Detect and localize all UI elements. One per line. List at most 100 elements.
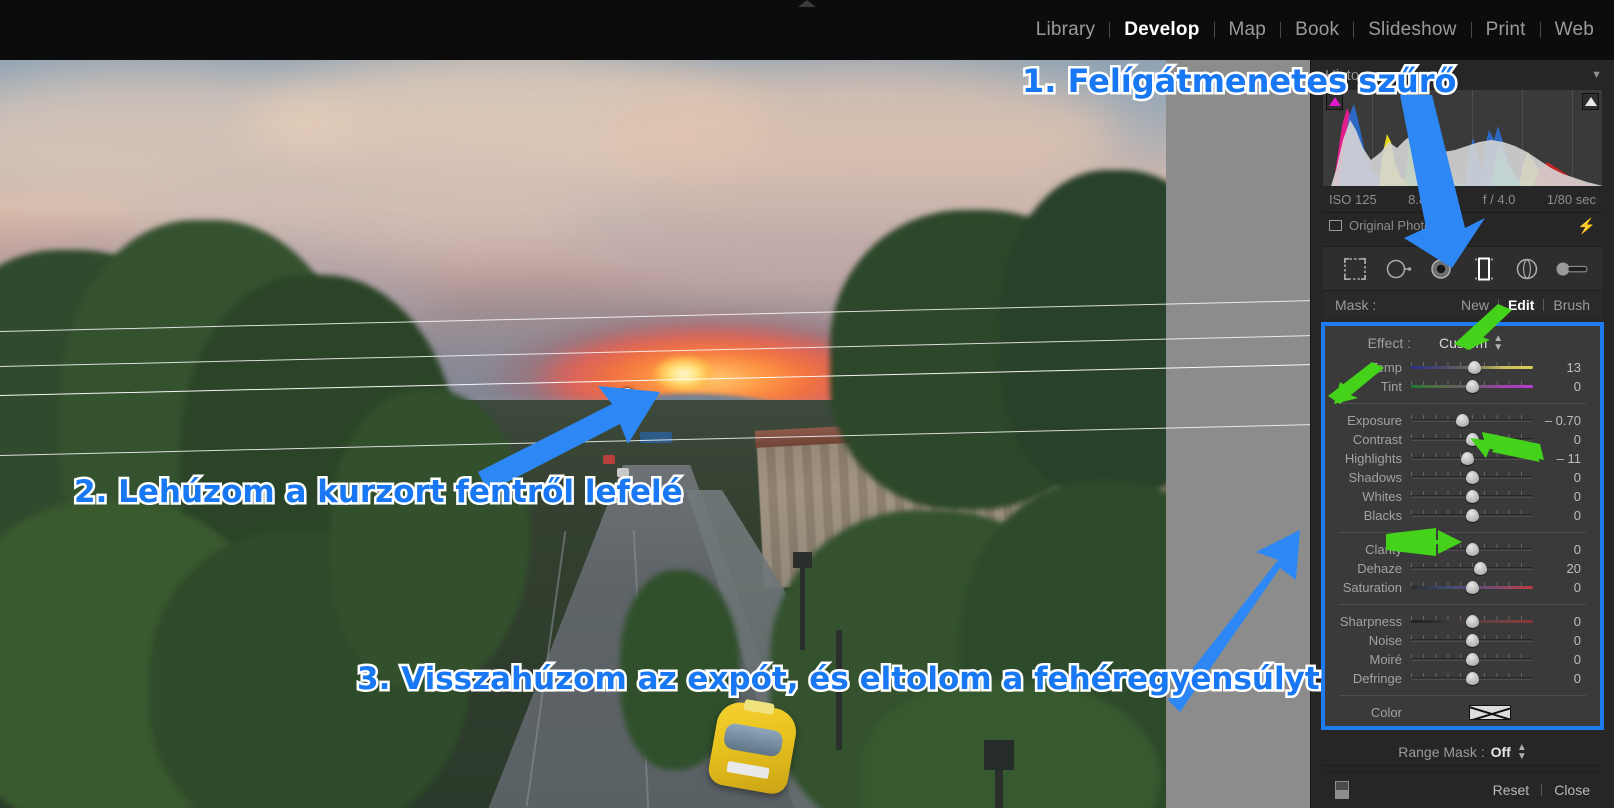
slider-track[interactable] <box>1411 509 1533 522</box>
slider-track[interactable] <box>1411 562 1533 575</box>
slider-value[interactable]: 0 <box>1533 652 1585 667</box>
slider-track[interactable] <box>1411 543 1533 556</box>
module-library[interactable]: Library <box>1022 19 1109 41</box>
slider-row-exposure[interactable]: Exposure – 0.70 <box>1325 411 1600 430</box>
slider-track[interactable] <box>1411 433 1533 446</box>
radial-filter-tool[interactable] <box>1512 254 1542 284</box>
slider-row-shadows[interactable]: Shadows 0 <box>1325 468 1600 487</box>
slider-row-dehaze[interactable]: Dehaze 20 <box>1325 559 1600 578</box>
module-slideshow[interactable]: Slideshow <box>1354 19 1470 41</box>
slider-track[interactable] <box>1411 634 1533 647</box>
slider-knob[interactable] <box>1465 543 1479 556</box>
slider-track[interactable] <box>1411 653 1533 666</box>
module-print[interactable]: Print <box>1472 19 1540 41</box>
slider-knob[interactable] <box>1465 634 1479 647</box>
lamp-head <box>793 552 812 568</box>
slider-value[interactable]: 0 <box>1533 489 1585 504</box>
range-mask-value[interactable]: Off <box>1491 744 1511 760</box>
slider-track[interactable] <box>1411 490 1533 503</box>
slider-row-noise[interactable]: Noise 0 <box>1325 631 1600 650</box>
slider-value[interactable]: – 0.70 <box>1533 413 1585 428</box>
slider-track[interactable] <box>1411 471 1533 484</box>
spot-removal-tool[interactable] <box>1383 254 1413 284</box>
adjustment-brush-tool[interactable] <box>1555 254 1588 284</box>
photo-preview[interactable] <box>0 60 1166 808</box>
slider-knob[interactable] <box>1465 615 1479 628</box>
module-develop[interactable]: Develop <box>1110 19 1213 41</box>
original-photo-row[interactable]: Original Photo ⚡ <box>1323 212 1602 238</box>
slider-knob[interactable] <box>1460 452 1474 465</box>
slider-knob[interactable] <box>1467 361 1481 374</box>
mask-edit-button[interactable]: Edit <box>1508 297 1534 313</box>
slider-label: Highlights <box>1344 451 1402 466</box>
slider-value[interactable]: 0 <box>1533 633 1585 648</box>
slider-knob[interactable] <box>1465 471 1479 484</box>
slider-knob[interactable] <box>1465 433 1479 446</box>
slider-track[interactable] <box>1411 581 1533 594</box>
slider-row-contrast[interactable]: Contrast 0 <box>1325 430 1600 449</box>
mask-new-button[interactable]: New <box>1461 297 1489 313</box>
slider-value[interactable]: 13 <box>1533 360 1585 375</box>
slider-value[interactable]: 20 <box>1533 561 1585 576</box>
module-book[interactable]: Book <box>1281 19 1353 41</box>
reset-button[interactable]: Reset <box>1493 782 1530 798</box>
slider-row-highlights[interactable]: Highlights – 11 <box>1325 449 1600 468</box>
slider-row-tint[interactable]: Tint 0 <box>1325 377 1600 396</box>
slider-row-moir[interactable]: Moiré 0 <box>1325 650 1600 669</box>
color-row[interactable]: Color <box>1325 703 1600 720</box>
slider-track[interactable] <box>1411 615 1533 628</box>
slider-track[interactable] <box>1411 380 1533 393</box>
slider-knob[interactable] <box>1474 562 1488 575</box>
close-button[interactable]: Close <box>1554 782 1590 798</box>
slider-row-defringe[interactable]: Defringe 0 <box>1325 669 1600 688</box>
stepper-icon[interactable]: ▲ ▼ <box>1493 334 1503 353</box>
slider-row-whites[interactable]: Whites 0 <box>1325 487 1600 506</box>
slider-value[interactable]: 0 <box>1533 671 1585 686</box>
slider-row-clarity[interactable]: Clarity 0 <box>1325 540 1600 559</box>
effect-toggle-switch[interactable] <box>1335 780 1349 799</box>
slider-row-sharpness[interactable]: Sharpness 0 <box>1325 612 1600 631</box>
graduated-filter-tool[interactable] <box>1469 254 1499 284</box>
slider-track[interactable] <box>1411 361 1533 374</box>
effect-row[interactable]: Effect : Custom ▲ ▼ <box>1325 334 1600 358</box>
highlight-clipping-indicator[interactable] <box>1582 93 1599 110</box>
slider-track[interactable] <box>1411 672 1533 685</box>
panel-collapse-handle-icon[interactable] <box>798 0 816 7</box>
module-web[interactable]: Web <box>1541 19 1608 41</box>
slider-value[interactable]: 0 <box>1533 470 1585 485</box>
slider-row-blacks[interactable]: Blacks 0 <box>1325 506 1600 525</box>
slider-knob[interactable] <box>1455 414 1469 427</box>
histogram-header[interactable]: Histogram ▼ <box>1311 60 1614 90</box>
slider-knob[interactable] <box>1465 653 1479 666</box>
chevron-down-icon[interactable]: ▼ <box>1591 69 1602 81</box>
slider-track[interactable] <box>1411 452 1533 465</box>
slider-track[interactable] <box>1411 414 1533 427</box>
slider-knob[interactable] <box>1465 380 1479 393</box>
slider-value[interactable]: – 11 <box>1533 451 1585 466</box>
mask-brush-button[interactable]: Brush <box>1553 297 1590 313</box>
slider-value[interactable]: 0 <box>1533 432 1585 447</box>
slider-knob[interactable] <box>1465 581 1479 594</box>
slider-value[interactable]: 0 <box>1533 379 1585 394</box>
slider-value[interactable]: 0 <box>1533 580 1585 595</box>
stepper-icon[interactable]: ▲ ▼ <box>1517 742 1527 761</box>
slider-label: Contrast <box>1352 432 1402 447</box>
slider-knob[interactable] <box>1465 490 1479 503</box>
histogram[interactable] <box>1323 90 1602 186</box>
slider-row-temp[interactable]: Temp 13 <box>1325 358 1600 377</box>
effect-value[interactable]: Custom <box>1439 335 1487 351</box>
slider-knob[interactable] <box>1465 672 1479 685</box>
slider-value[interactable]: 0 <box>1533 508 1585 523</box>
slider-value[interactable]: 0 <box>1533 542 1585 557</box>
crop-overlay-tool[interactable] <box>1340 254 1370 284</box>
mask-row: Mask : New Edit Brush <box>1323 290 1602 318</box>
slider-knob[interactable] <box>1465 509 1479 522</box>
shadow-clipping-indicator[interactable] <box>1326 93 1343 110</box>
slider-label: Defringe <box>1352 671 1402 686</box>
slider-value[interactable]: 0 <box>1533 614 1585 629</box>
red-eye-correction-tool[interactable] <box>1426 254 1456 284</box>
module-map[interactable]: Map <box>1215 19 1281 41</box>
slider-row-saturation[interactable]: Saturation 0 <box>1325 578 1600 597</box>
range-mask-row[interactable]: Range Mask : Off ▲ ▼ <box>1323 738 1602 766</box>
color-swatch[interactable] <box>1469 705 1511 720</box>
